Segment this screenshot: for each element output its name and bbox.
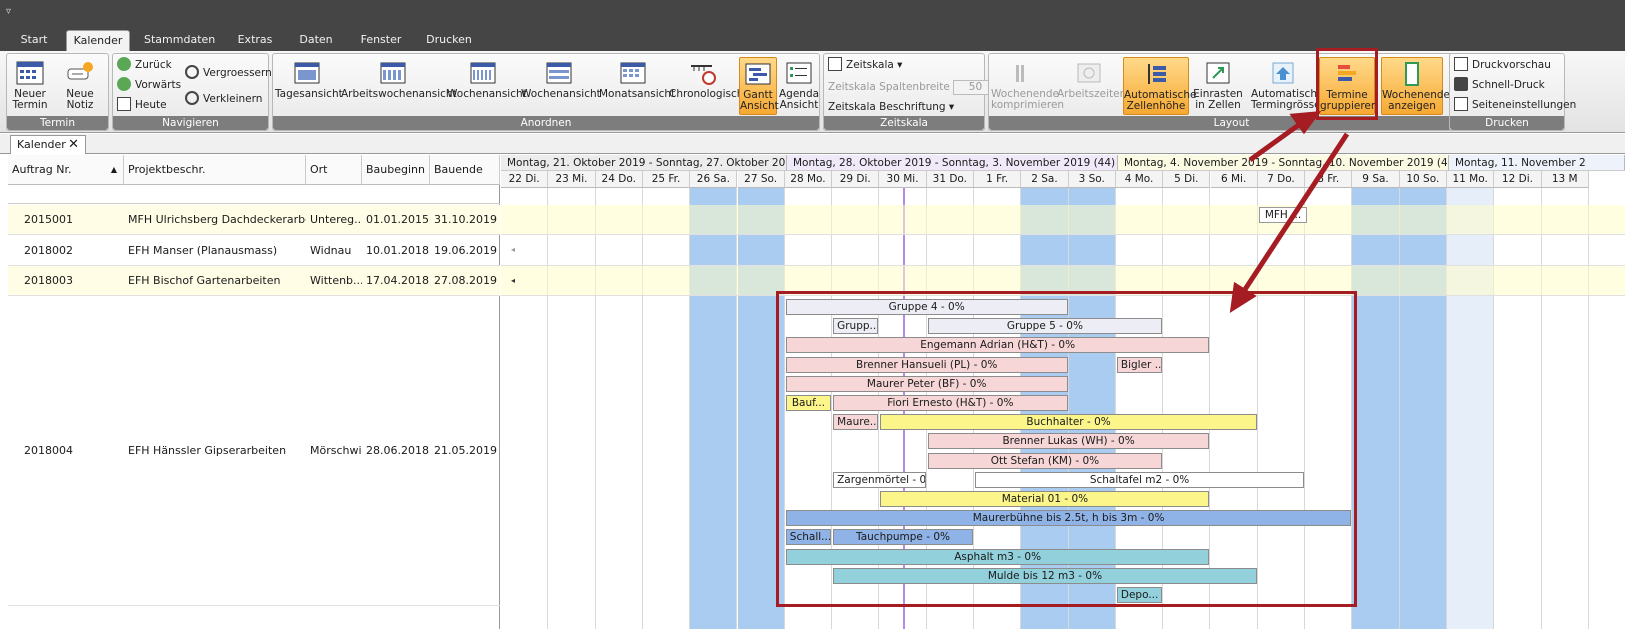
annotation-arrow-down (1239, 132, 1350, 296)
annotation-arrows (1229, 111, 1350, 313)
annotation-arrow-up (1248, 121, 1302, 163)
annotation-arrowhead-down (1229, 281, 1257, 313)
